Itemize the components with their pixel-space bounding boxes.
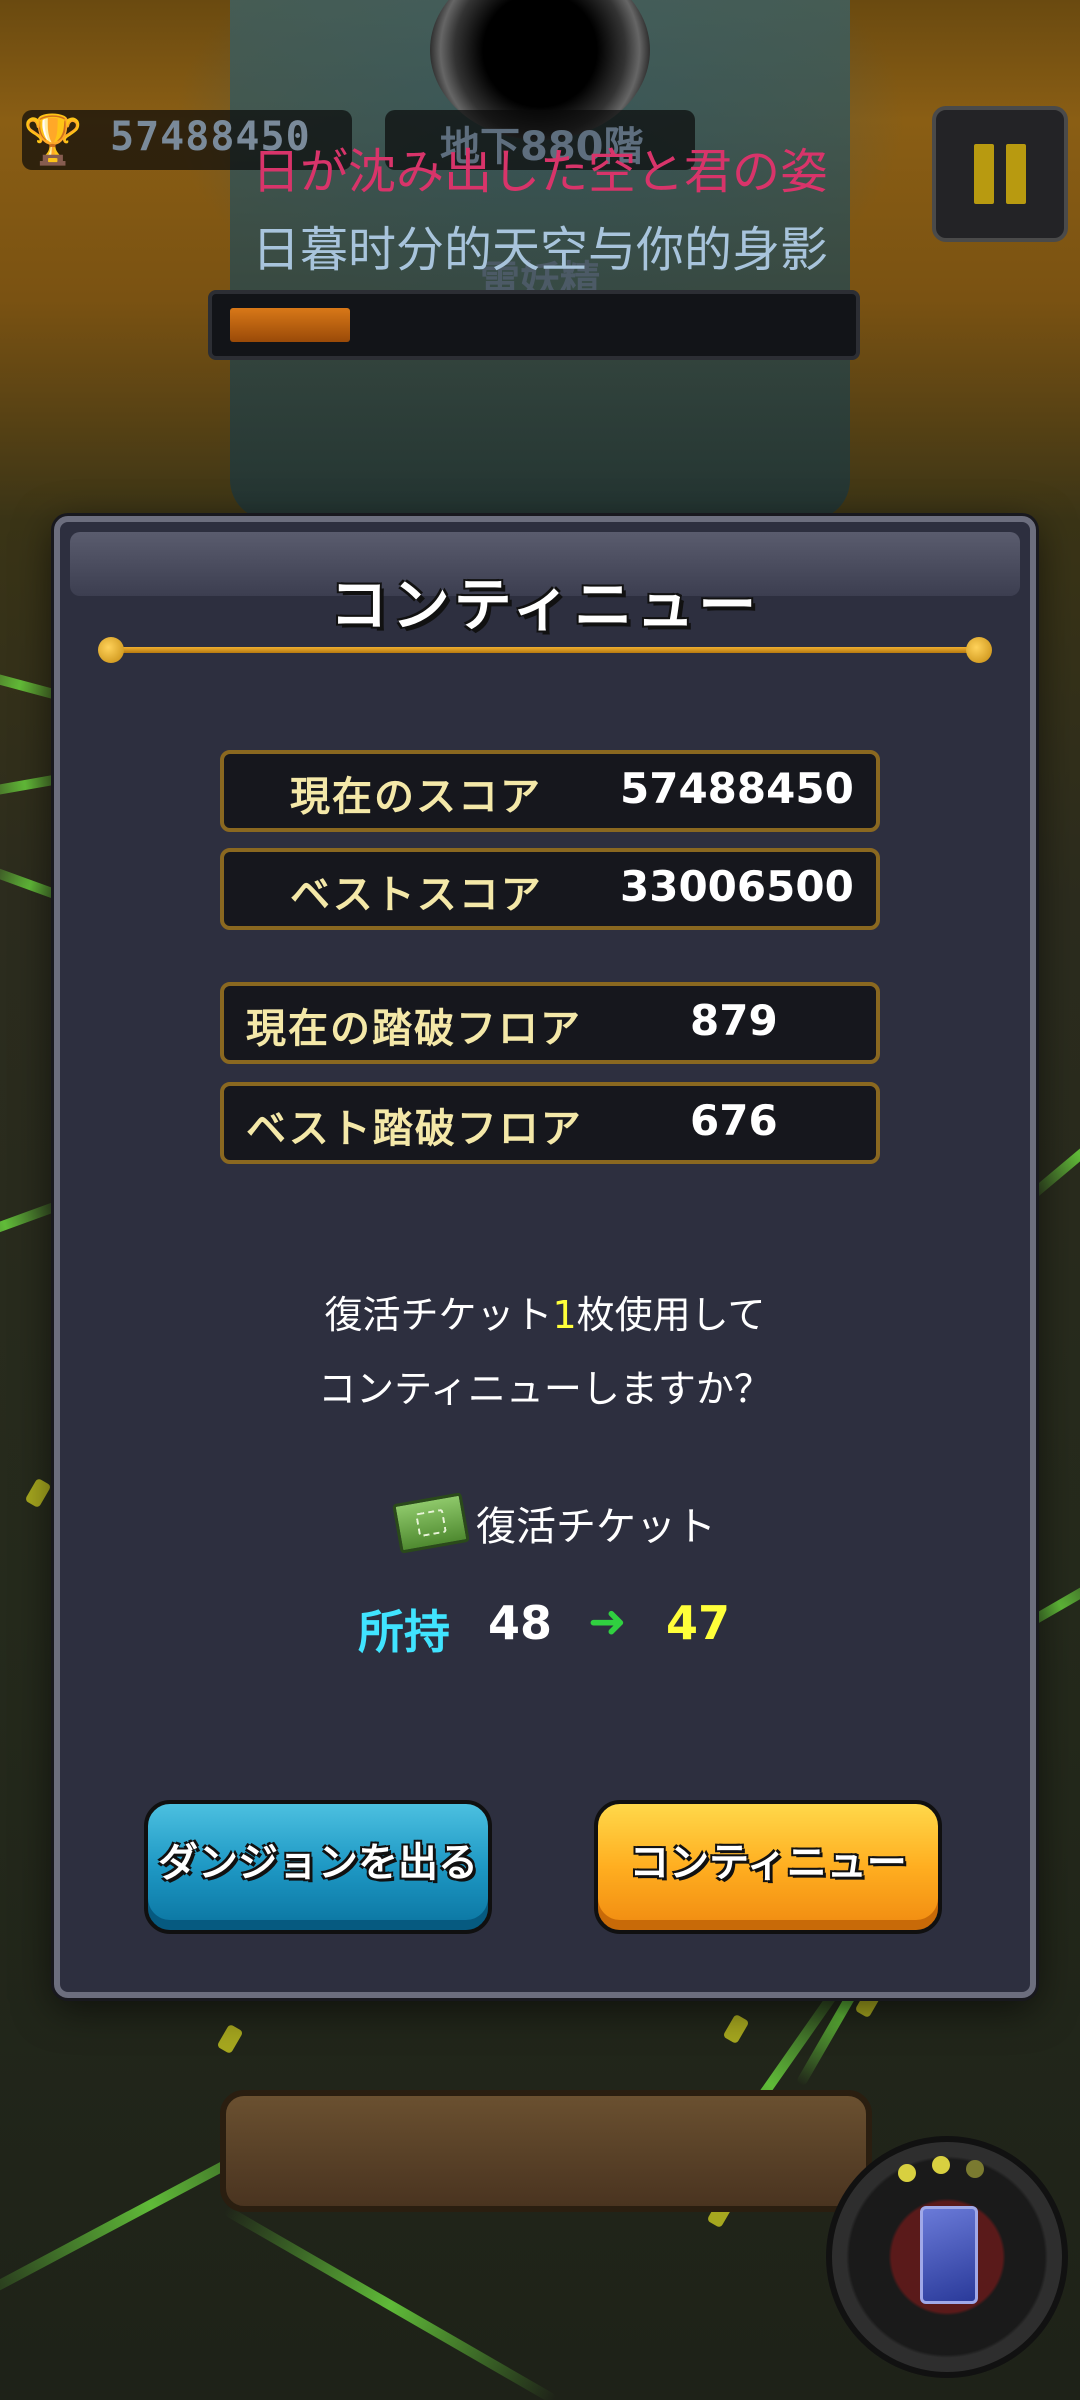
enemy-hp-bar	[208, 290, 860, 360]
current-floor-row: 現在の踏破フロア 879	[220, 982, 880, 1064]
energy-streak	[222, 2205, 558, 2400]
stat-label: 現在の踏破フロア	[246, 1006, 582, 1052]
spark	[24, 1477, 52, 1509]
spark	[216, 2023, 244, 2055]
stat-label: ベスト踏破フロア	[246, 1106, 583, 1152]
confirm-message-line2: コンティニューしますか？	[318, 1367, 772, 1411]
owned-before: 48	[488, 1596, 553, 1650]
charge-dot	[898, 2164, 916, 2182]
card-icon	[920, 2206, 978, 2304]
strike-shot-gauge[interactable]	[826, 2136, 1068, 2378]
stat-value: 879	[690, 996, 778, 1045]
charge-dot	[966, 2160, 984, 2178]
owned-after: 47	[666, 1596, 731, 1650]
stat-value: 33006500	[620, 862, 854, 911]
message-text: 枚使用して	[576, 1293, 766, 1337]
best-floor-row: ベスト踏破フロア 676	[220, 1082, 880, 1164]
continue-button[interactable]: コンティニュー	[594, 1800, 942, 1934]
message-text: 復活チケット	[324, 1293, 553, 1337]
ticket-icon	[392, 1492, 470, 1554]
leave-dungeon-button[interactable]: ダンジョンを出る	[144, 1800, 492, 1934]
ticket-count: 1	[552, 1293, 577, 1337]
stat-label: ベストスコア	[290, 872, 543, 918]
spark	[722, 2013, 750, 2045]
confirm-message-line1: 復活チケット1枚使用して	[60, 1284, 1030, 1339]
enemy-hp-fill	[230, 308, 350, 342]
title-divider	[108, 647, 982, 653]
stat-value: 676	[690, 1096, 778, 1145]
lyric-chinese: 日暮时分的天空与你的身影	[251, 222, 828, 278]
best-score-row: ベストスコア 33006500	[220, 848, 880, 930]
current-score-row: 現在のスコア 57488450	[220, 750, 880, 832]
dialog-title: コンティニュー	[329, 571, 761, 639]
ticket-label: 復活チケット	[476, 1504, 716, 1550]
arrow-right-icon: ➜	[588, 1594, 627, 1648]
stat-value: 57488450	[620, 764, 854, 813]
dungeon-ledge	[220, 2090, 872, 2212]
owned-label: 所持	[358, 1605, 450, 1659]
lyric-japanese: 日が沈み出した空と君の姿	[251, 144, 828, 200]
divider-dot	[966, 637, 992, 663]
charge-dot	[932, 2156, 950, 2174]
divider-dot	[98, 637, 124, 663]
continue-dialog: コンティニュー 現在のスコア 57488450 ベストスコア 33006500 …	[54, 516, 1036, 1998]
stat-label: 現在のスコア	[290, 774, 542, 820]
